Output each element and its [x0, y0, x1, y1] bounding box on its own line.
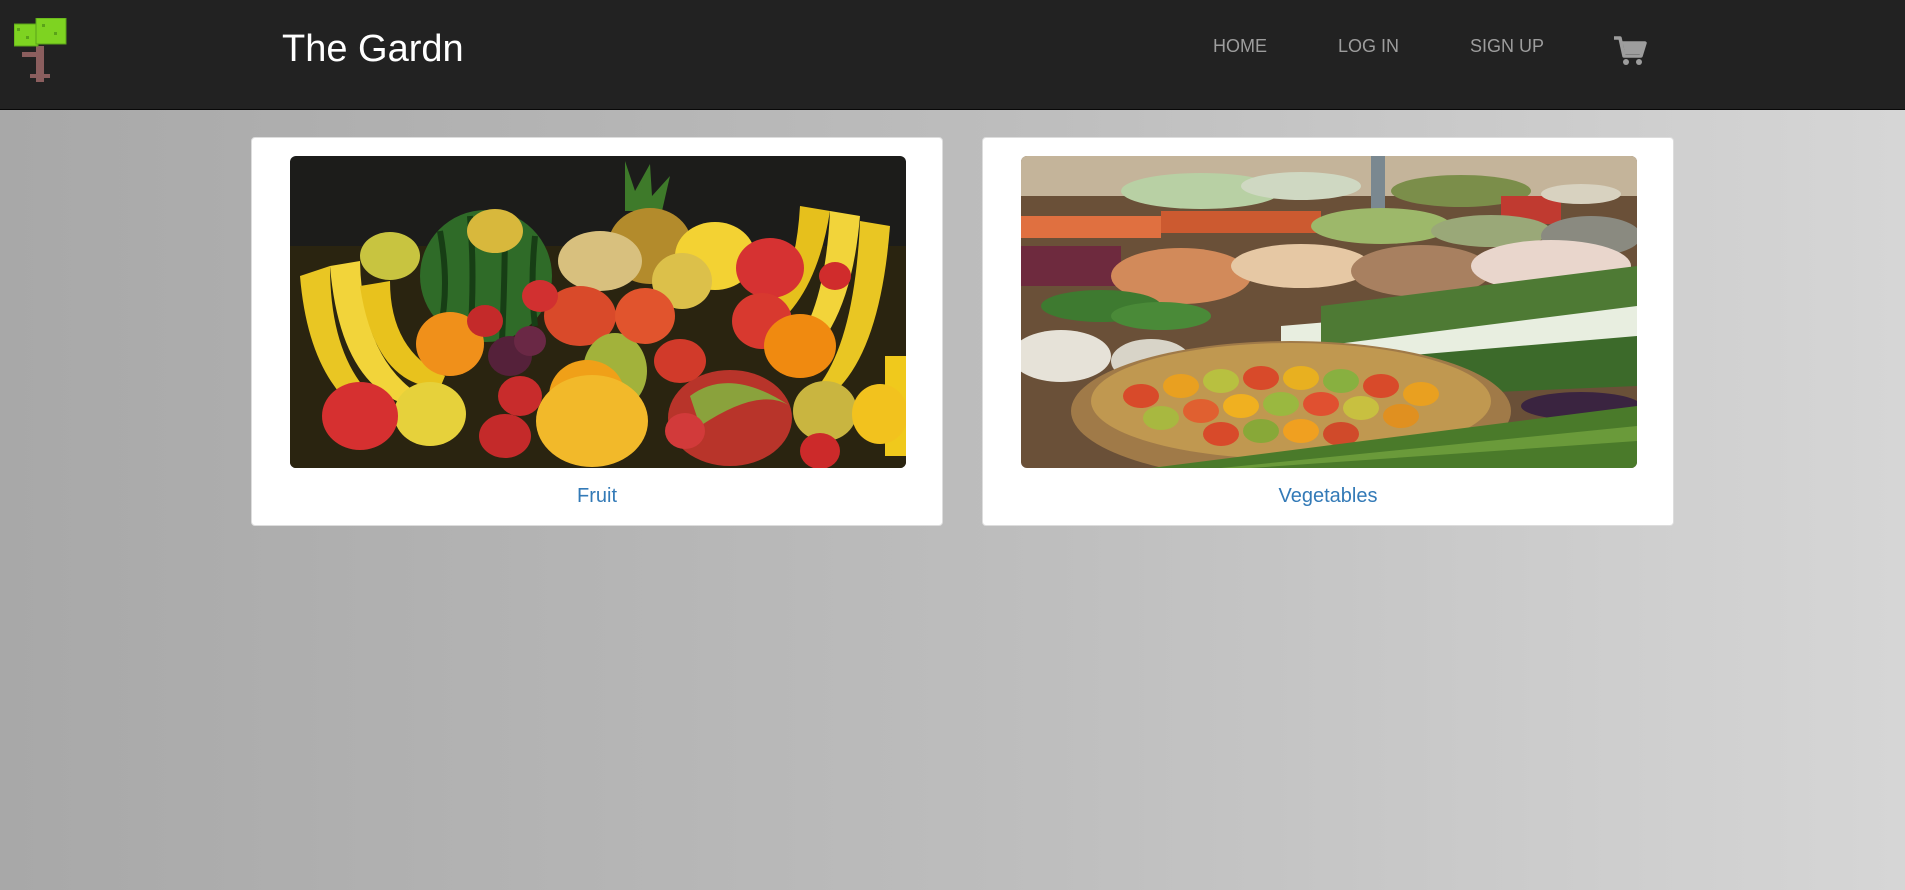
- nav-home-link[interactable]: HOME: [1213, 35, 1267, 57]
- nav-signup-link[interactable]: SIGN UP: [1470, 35, 1544, 57]
- category-label-fruit[interactable]: Fruit: [252, 484, 942, 508]
- shopping-cart-icon[interactable]: [1613, 34, 1647, 68]
- brand-title[interactable]: The Gardn: [282, 27, 464, 71]
- vegetable-market-photo[interactable]: [1021, 156, 1637, 468]
- category-card-fruit[interactable]: Fruit: [251, 137, 943, 526]
- tree-logo-icon[interactable]: [13, 17, 70, 82]
- category-card-vegetables[interactable]: Vegetables: [982, 137, 1674, 526]
- top-navbar: The Gardn HOME LOG IN SIGN UP: [0, 0, 1905, 110]
- nav-login-link[interactable]: LOG IN: [1338, 35, 1399, 57]
- category-label-vegetables[interactable]: Vegetables: [983, 484, 1673, 508]
- fruit-assortment-photo[interactable]: [290, 156, 906, 468]
